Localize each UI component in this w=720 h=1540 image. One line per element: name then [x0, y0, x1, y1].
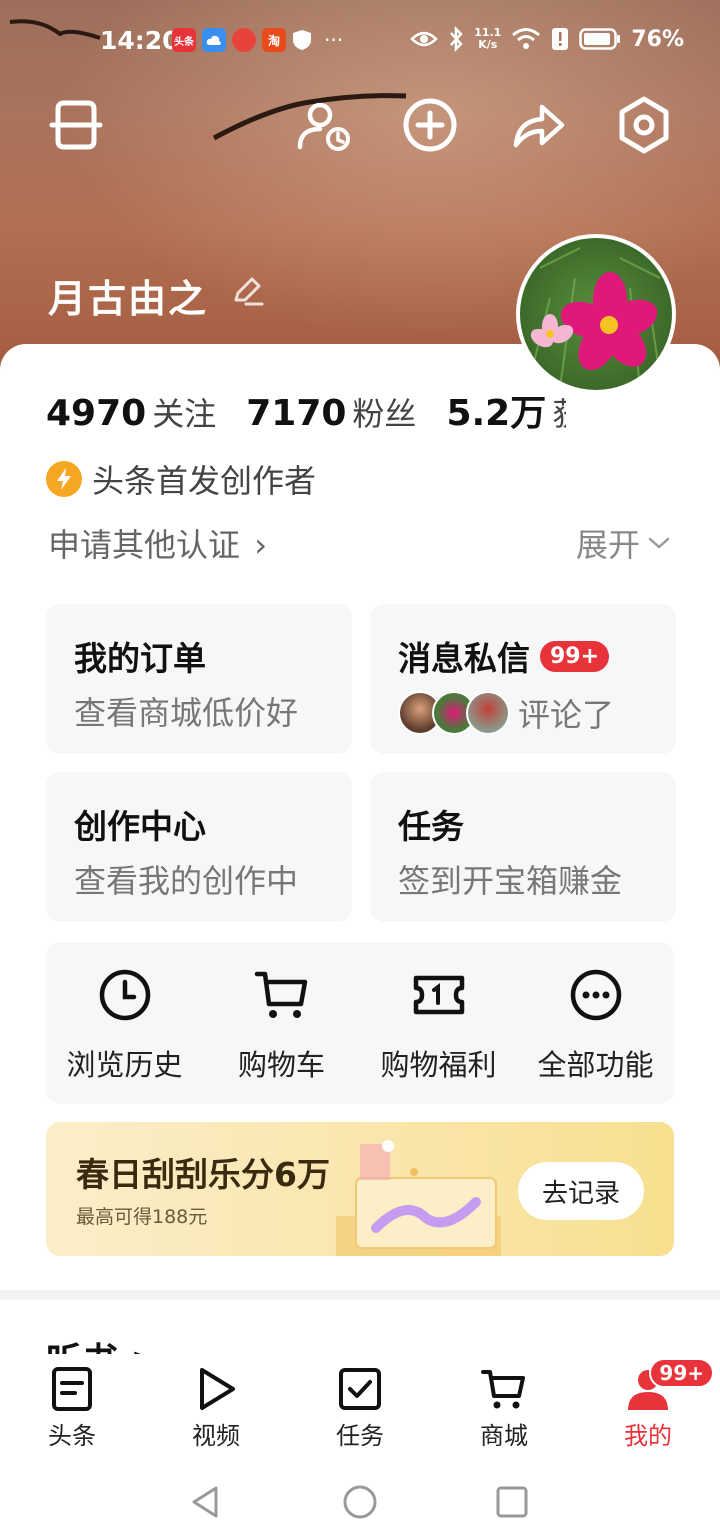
bottom-tab-bar: 头条 视频 任务 商城 我的 99+: [0, 1354, 720, 1454]
network-speed: 11.1 K/s: [474, 26, 502, 51]
more-icon: [570, 969, 621, 1021]
avatar[interactable]: [516, 234, 676, 394]
wifi-icon: [512, 28, 541, 49]
tool-shopping-cart[interactable]: 购物车: [203, 942, 360, 1104]
card-title: 消息私信: [398, 639, 530, 678]
my-orders-card[interactable]: 我的订单 查看商城低价好: [46, 604, 352, 754]
status-time: 14:20: [100, 26, 180, 55]
ticket-icon: [413, 975, 464, 1015]
lightning-icon: [46, 461, 82, 497]
promo-banner[interactable]: 春日刮刮乐分6万 最高可得188元 去记录: [46, 1122, 674, 1256]
following-count[interactable]: 4970: [46, 393, 146, 434]
username: 月古由之: [48, 277, 209, 321]
unread-badge: 99+: [540, 640, 610, 672]
cart-icon: [481, 1370, 525, 1409]
play-icon: [200, 1368, 235, 1410]
system-navigation-bar: [0, 1460, 720, 1540]
add-icon[interactable]: [400, 95, 460, 155]
tool-all-features[interactable]: 全部功能: [517, 942, 674, 1104]
likes-count[interactable]: 5.2万: [446, 384, 546, 436]
bluetooth-icon: [450, 26, 463, 52]
tool-shopping-welfare[interactable]: 购物福利: [360, 942, 517, 1104]
shield-icon: [293, 30, 311, 50]
notification-badge: 99+: [649, 1358, 714, 1388]
card-title: 创作中心: [74, 807, 206, 846]
likes-label[interactable]: 获: [552, 389, 566, 435]
recent-apps-icon[interactable]: [492, 1482, 532, 1522]
card-title: 任务: [398, 807, 464, 846]
banner-subtitle: 最高可得188元: [76, 1206, 208, 1228]
tab-tasks[interactable]: 任务: [288, 1354, 432, 1454]
battery-percent: 76%: [631, 26, 684, 52]
settings-icon[interactable]: [614, 95, 674, 155]
tab-headlines[interactable]: 头条: [0, 1354, 144, 1454]
following-label[interactable]: 关注: [152, 389, 216, 435]
document-icon: [52, 1367, 92, 1411]
followers-count[interactable]: 7170: [246, 393, 346, 434]
red-app-icon: [232, 28, 256, 52]
tasks-card[interactable]: 任务 签到开宝箱赚金: [370, 772, 676, 922]
messages-card[interactable]: 消息私信 99+ 评论了: [370, 604, 676, 754]
task-check-icon: [339, 1368, 381, 1410]
apply-certification-link[interactable]: 申请其他认证 ›: [48, 520, 267, 566]
go-record-button[interactable]: 去记录: [518, 1162, 644, 1220]
card-subtitle: 查看我的创作中: [74, 862, 299, 900]
profile-stats: 4970 关注 7170 粉丝 5.2万 获: [46, 384, 566, 436]
scan-icon[interactable]: [46, 95, 106, 155]
flower-photo: [529, 247, 661, 389]
eye-icon: [410, 31, 438, 47]
avatar: [466, 691, 510, 735]
expand-button[interactable]: 展开: [576, 520, 670, 566]
scratch-card-illustration: [336, 1140, 501, 1256]
card-subtitle: 评论了: [518, 696, 615, 734]
tools-row: 浏览历史 购物车 购物福利 全部功能: [46, 942, 674, 1104]
more-status-icon: ···: [324, 28, 344, 52]
share-icon[interactable]: [508, 95, 568, 155]
followers-label[interactable]: 粉丝: [352, 389, 416, 435]
tab-mine[interactable]: 我的 99+: [576, 1354, 720, 1454]
cart-icon: [254, 971, 307, 1018]
creator-center-card[interactable]: 创作中心 查看我的创作中: [46, 772, 352, 922]
home-icon[interactable]: [340, 1482, 380, 1522]
edit-icon[interactable]: [230, 274, 264, 308]
card-title: 我的订单: [74, 639, 206, 678]
back-icon[interactable]: [186, 1482, 226, 1522]
section-divider: [0, 1290, 720, 1300]
chevron-down-icon: [648, 537, 670, 549]
card-subtitle: 查看商城低价好: [74, 694, 299, 732]
creator-badge[interactable]: 头条首发创作者: [46, 456, 316, 502]
sim-alert-icon: [552, 28, 569, 50]
battery-icon: [579, 28, 621, 50]
message-avatars: 评论了: [398, 690, 676, 736]
status-right: 11.1 K/s 76%: [410, 26, 684, 52]
status-app-icons: 头条 淘 ···: [172, 28, 343, 52]
tab-mall[interactable]: 商城: [432, 1354, 576, 1454]
creator-badge-label: 头条首发创作者: [92, 462, 317, 500]
tab-video[interactable]: 视频: [144, 1354, 288, 1454]
clock-icon: [99, 969, 150, 1021]
audiobook-section-title[interactable]: 听书 >: [46, 1332, 161, 1356]
taobao-app-icon: 淘: [262, 28, 286, 52]
banner-title: 春日刮刮乐分6万: [76, 1155, 330, 1194]
chevron-right-icon: ›: [254, 526, 267, 564]
card-subtitle: 签到开宝箱赚金: [398, 862, 623, 900]
toutiao-app-icon: 头条: [172, 28, 196, 52]
tool-browse-history[interactable]: 浏览历史: [46, 942, 203, 1104]
visitor-history-icon[interactable]: [294, 95, 354, 155]
cloud-app-icon: [202, 28, 226, 52]
status-bar: 14:20 头条 淘 ··· 11.1 K/s 76%: [0, 22, 720, 62]
